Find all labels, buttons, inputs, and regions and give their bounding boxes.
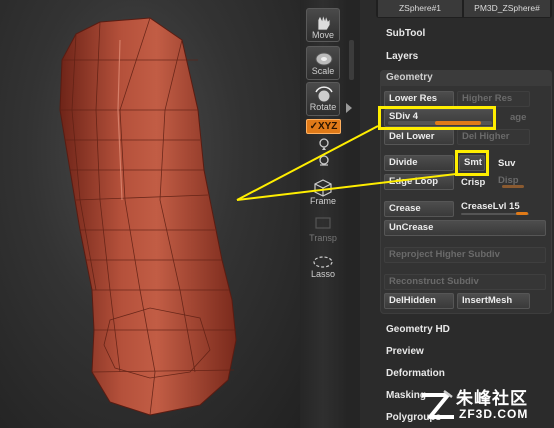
watermark-cn: 朱峰社区 [456, 389, 528, 409]
delhidden-button[interactable]: DelHidden [384, 293, 454, 309]
lasso-label: Lasso [310, 269, 336, 279]
sdiv-highlight [378, 106, 496, 130]
frame-button[interactable] [310, 178, 336, 198]
del-lower-button[interactable]: Del Lower [384, 129, 454, 145]
geometry-section[interactable]: Geometry [380, 70, 552, 86]
crease-button[interactable]: Crease [384, 201, 454, 217]
reconstruct-subdiv-button[interactable]: Reconstruct Subdiv [384, 274, 546, 290]
suv-toggle[interactable]: Suv [498, 158, 515, 169]
cube-icon [314, 179, 332, 197]
xyz-toggle[interactable]: ✓XYZ [306, 119, 341, 134]
scrollbar-thumb[interactable] [349, 40, 354, 80]
viewport-canvas[interactable] [0, 0, 300, 428]
hidden-label: age [510, 112, 527, 123]
sculpt-model[interactable] [0, 0, 300, 428]
collapse-arrow-icon[interactable] [346, 103, 352, 113]
reproject-button[interactable]: Reproject Higher Subdiv [384, 247, 546, 263]
deformation-section[interactable]: Deformation [386, 368, 445, 379]
move-label: Move [311, 30, 334, 40]
scale-label: Scale [311, 66, 335, 76]
insertmesh-button[interactable]: InsertMesh [457, 293, 530, 309]
watermark-en: ZF3D.COM [459, 407, 529, 421]
panel-scrollbar[interactable] [346, 0, 360, 428]
uncrease-button[interactable]: UnCrease [384, 220, 546, 236]
smt-highlight [455, 150, 489, 176]
preview-section[interactable]: Preview [386, 346, 424, 357]
divide-button[interactable]: Divide [384, 155, 454, 171]
geometry-hd-section[interactable]: Geometry HD [386, 324, 450, 335]
rotate-label: Rotate [309, 102, 337, 112]
crease-level-slider[interactable]: CreaseLvl 15 [461, 201, 520, 212]
higher-res-button[interactable]: Higher Res [457, 91, 530, 107]
edge-loop-button[interactable]: Edge Loop [384, 174, 454, 190]
transp-button[interactable] [310, 214, 336, 234]
subtool-section[interactable]: SubTool [386, 28, 425, 39]
crisp-toggle[interactable]: Crisp [461, 177, 485, 188]
disp-slider-fill [502, 185, 524, 188]
tool-palette: ZSphere#1 PM3D_ZSphere# SubTool Layers G… [360, 0, 554, 428]
local-symmetry-icon[interactable] [317, 154, 331, 168]
del-higher-button[interactable]: Del Higher [457, 129, 530, 145]
crease-level-fill [516, 212, 528, 215]
subtool-item-zsphere1[interactable]: ZSphere#1 [378, 0, 462, 17]
lower-res-button[interactable]: Lower Res [384, 91, 454, 107]
transp-label: Transp [309, 233, 337, 243]
transparency-icon [315, 217, 331, 229]
layers-section[interactable]: Layers [386, 51, 418, 62]
hand-icon [317, 13, 331, 31]
local-rotate-icon[interactable] [317, 137, 331, 151]
frame-label: Frame [309, 196, 336, 206]
subtool-list: ZSphere#1 PM3D_ZSphere# [376, 0, 552, 18]
subtool-item-pm3d[interactable]: PM3D_ZSphere# [464, 0, 550, 17]
